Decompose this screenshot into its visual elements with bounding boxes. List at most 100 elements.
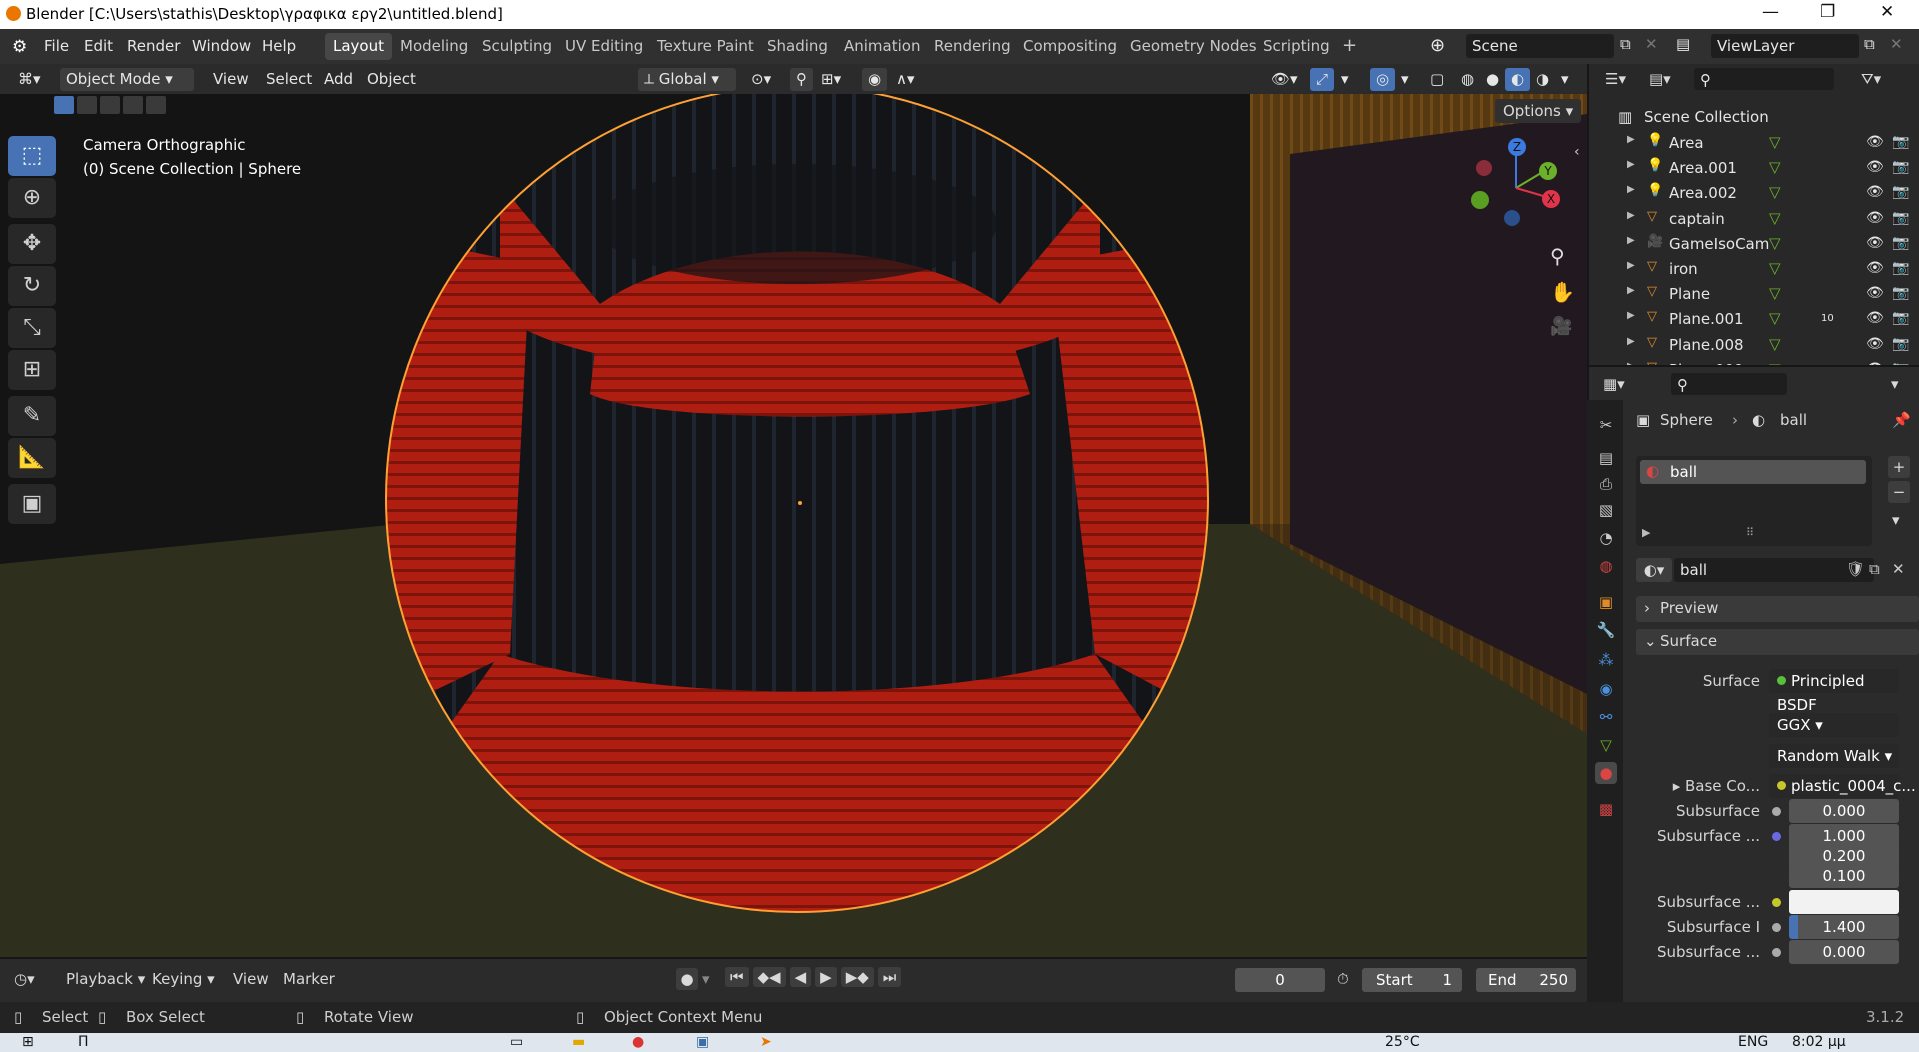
add-workspace-button[interactable]: + (1334, 31, 1365, 58)
viewlayer-name-field[interactable]: ViewLayer (1711, 34, 1859, 58)
outliner-root[interactable]: ▥ Scene Collection (1589, 106, 1919, 131)
app-icon[interactable]: ● (632, 1034, 644, 1050)
visibility-eye-icon[interactable]: 👁 (1866, 235, 1884, 251)
socket-dot-icon[interactable] (1772, 923, 1781, 932)
unlink-material-icon[interactable]: ✕ (1892, 560, 1905, 578)
gizmo-y-icon[interactable]: Y (1539, 162, 1557, 180)
keying-dropdown-icon[interactable]: ▾ (702, 970, 710, 988)
slot-expand-icon[interactable]: ▶ (1642, 526, 1650, 539)
render-tab-icon[interactable]: ▤ (1595, 447, 1617, 469)
visibility-eye-icon[interactable]: 👁 (1866, 159, 1884, 175)
pin-icon[interactable]: 📌 (1892, 411, 1911, 429)
constraints-tab-icon[interactable]: ⚯ (1595, 706, 1617, 728)
select-new-icon[interactable] (54, 96, 74, 114)
select-subtract-icon[interactable] (100, 96, 120, 114)
socket-dot-icon[interactable] (1772, 832, 1781, 841)
select-invert-icon[interactable] (123, 96, 143, 114)
render-visibility-icon[interactable]: 📷 (1892, 336, 1909, 352)
expand-arrow-icon[interactable]: ▶ (1627, 134, 1635, 145)
slot-specials-icon[interactable]: ▾ (1892, 511, 1900, 529)
language-indicator[interactable]: ENG (1738, 1034, 1768, 1050)
number-field[interactable]: 0.100 (1789, 864, 1899, 888)
timeline-view-menu[interactable]: View (233, 970, 269, 988)
properties-search-input[interactable]: ⚲ (1671, 373, 1787, 395)
snap-icon[interactable]: ⚲ (790, 68, 813, 91)
marker-menu[interactable]: Marker (283, 970, 335, 988)
zoom-icon[interactable]: ⚲ (1550, 244, 1565, 268)
outliner-item[interactable]: ▶ ▽ captain ▽ 👁 📷 (1589, 207, 1919, 232)
camera-view-icon[interactable]: 🎥 (1550, 316, 1572, 337)
tool-tab-icon[interactable]: ✂ (1595, 414, 1617, 436)
outliner-item[interactable]: ▶ 💡 Area ▽ 👁 📷 (1589, 131, 1919, 156)
viewlayer-remove-icon[interactable]: ✕ (1890, 35, 1903, 53)
visibility-eye-icon[interactable]: 👁 (1866, 184, 1884, 200)
proportional-icon[interactable]: ◉ (862, 68, 888, 91)
preview-panel-header[interactable]: › Preview (1636, 596, 1919, 622)
keying-menu[interactable]: Keying ▾ (152, 970, 215, 988)
pivot-icon[interactable]: ⊙▾ (745, 68, 777, 91)
start-icon[interactable]: ⊞ (22, 1034, 34, 1050)
outliner-item[interactable]: ▶ 🎥 GameIsoCam ▽ 👁 📷 (1589, 232, 1919, 257)
scene-name-field[interactable]: Scene (1466, 34, 1614, 58)
falloff-icon[interactable]: ∧▾ (890, 68, 921, 91)
expand-arrow-icon[interactable]: ▶ (1627, 210, 1635, 221)
material-browse-icon[interactable]: ◐▾ (1636, 558, 1672, 582)
add-cube-tool-icon[interactable]: ▣ (8, 484, 56, 524)
world-tab-icon[interactable]: ◍ (1595, 555, 1617, 577)
object-data-icon[interactable]: ▽ (1769, 234, 1781, 252)
object-data-icon[interactable]: ▽ (1769, 209, 1781, 227)
wireframe-shading-icon[interactable]: ◍ (1455, 68, 1480, 91)
tab-texture-paint[interactable]: Texture Paint (649, 33, 762, 60)
outliner-search-input[interactable]: ⚲ (1694, 68, 1834, 90)
viewport-3d[interactable]: Options ▾ Camera Orthographic (0) Scene … (0, 94, 1587, 957)
outliner-editor-icon[interactable]: ☰▾ (1605, 70, 1626, 88)
blender-menu-icon[interactable]: ⚙ (12, 37, 27, 57)
visibility-eye-icon[interactable]: 👁 (1866, 336, 1884, 352)
options-dropdown[interactable]: Options ▾ (1495, 99, 1582, 123)
transform-tool-icon[interactable]: ⊞ (8, 350, 56, 390)
overlay-dropdown-icon[interactable]: ▾ (1395, 68, 1415, 91)
render-visibility-icon[interactable]: 📷 (1892, 285, 1909, 301)
overlay-toggle-icon[interactable]: ◎ (1370, 68, 1396, 91)
add-slot-button[interactable]: + (1888, 456, 1910, 478)
add-menu[interactable]: Add (318, 68, 359, 91)
scene-browse-icon[interactable]: ⊕ (1430, 35, 1445, 56)
properties-editor-icon[interactable]: ▦▾ (1603, 375, 1625, 393)
tab-layout[interactable]: Layout (325, 33, 392, 60)
material-name-field[interactable]: ball (1674, 558, 1874, 582)
outliner-item[interactable]: ▶ ▽ Plane.008 ▽ 👁 📷 (1589, 333, 1919, 358)
surface-shader-field[interactable]: Principled BSDF (1769, 669, 1899, 714)
render-visibility-icon[interactable]: 📷 (1892, 184, 1909, 200)
solid-shading-icon[interactable]: ● (1480, 68, 1505, 91)
select-extend-icon[interactable] (77, 96, 97, 114)
select-intersect-icon[interactable] (146, 96, 166, 114)
object-data-icon[interactable]: ▽ (1769, 133, 1781, 151)
tab-geometry-nodes[interactable]: Geometry Nodes (1122, 33, 1265, 60)
annotate-tool-icon[interactable]: ✎ (8, 396, 56, 436)
menu-file[interactable]: File (44, 37, 69, 55)
object-data-icon[interactable]: ▽ (1769, 183, 1781, 201)
base-color-field[interactable]: plastic_0004_c... (1769, 774, 1916, 798)
view-menu[interactable]: View (207, 68, 255, 91)
visibility-eye-icon[interactable]: 👁 (1866, 310, 1884, 326)
object-tab-icon[interactable]: ▣ (1595, 591, 1617, 613)
menu-help[interactable]: Help (262, 37, 296, 55)
jump-start-icon[interactable]: ⏮ (725, 967, 749, 987)
play-reverse-icon[interactable]: ◀ (789, 967, 812, 987)
move-tool-icon[interactable]: ✥ (8, 224, 56, 264)
timeline-editor-icon[interactable]: ◷▾ (14, 970, 35, 988)
blender-taskbar-icon[interactable]: ➤ (760, 1034, 772, 1050)
stopwatch-icon[interactable]: ⏱ (1337, 970, 1349, 988)
number-field[interactable]: 0.000 (1789, 799, 1899, 823)
object-data-icon[interactable]: ▽ (1769, 309, 1781, 327)
object-data-icon[interactable]: ▽ (1769, 158, 1781, 176)
render-visibility-icon[interactable]: 📷 (1892, 210, 1909, 226)
socket-dot-icon[interactable] (1772, 898, 1781, 907)
cursor-tool-icon[interactable]: ⊕ (8, 178, 56, 218)
playback-menu[interactable]: Playback ▾ (66, 970, 145, 988)
pan-hand-icon[interactable]: ✋ (1550, 280, 1575, 304)
modifier-tab-icon[interactable]: 🔧 (1595, 619, 1617, 641)
viewlayer-browse-icon[interactable]: ▤ (1676, 35, 1690, 53)
close-button[interactable]: ✕ (1880, 2, 1894, 22)
browser-icon[interactable]: ▣ (696, 1034, 709, 1050)
